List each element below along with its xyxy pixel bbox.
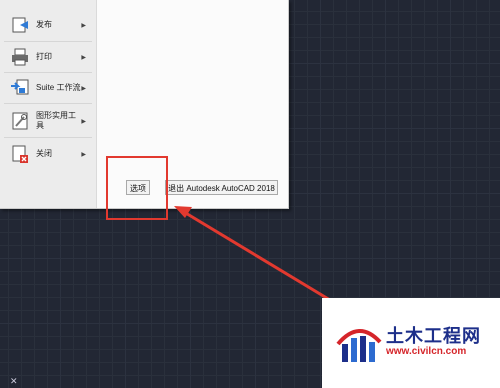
watermark-title: 土木工程网 xyxy=(386,326,481,346)
watermark-emblem-icon xyxy=(336,329,382,362)
ucs-axis-icon: ✕ xyxy=(10,376,18,386)
watermark-logo: 土木工程网 www.civilcn.com xyxy=(322,298,500,388)
watermark-url: www.civilcn.com xyxy=(386,346,467,357)
